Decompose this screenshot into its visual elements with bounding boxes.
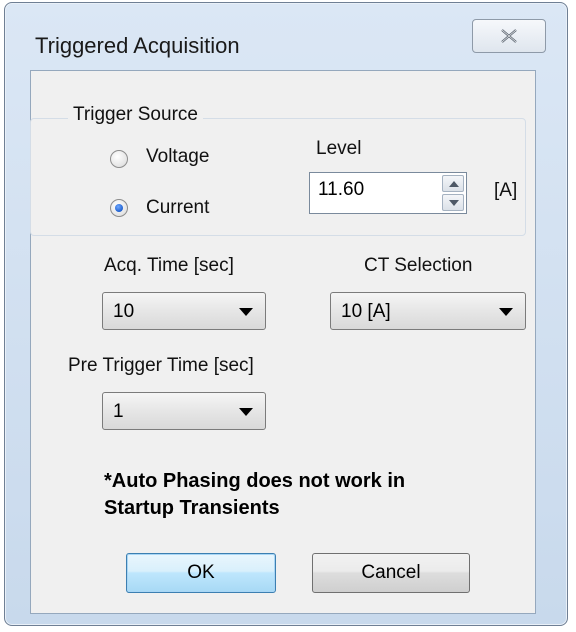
- voltage-radio[interactable]: [110, 150, 128, 168]
- close-button[interactable]: [472, 19, 546, 53]
- current-radio-label[interactable]: Current: [146, 197, 209, 219]
- spin-up-button[interactable]: [442, 175, 464, 192]
- spin-down-button[interactable]: [442, 194, 464, 211]
- level-spinner[interactable]: [442, 175, 464, 211]
- current-radio[interactable]: [110, 199, 128, 217]
- chevron-down-icon: [239, 408, 253, 416]
- chevron-down-icon: [499, 308, 513, 316]
- acq-time-value: 10: [113, 301, 135, 322]
- pre-trigger-dropdown[interactable]: 1: [102, 392, 266, 430]
- pre-trigger-value: 1: [113, 401, 124, 422]
- ok-button[interactable]: OK: [126, 553, 276, 593]
- level-unit: [A]: [494, 180, 518, 201]
- level-label: Level: [316, 138, 362, 159]
- radio-selected-dot: [115, 204, 123, 212]
- level-input-value: 11.60: [318, 179, 365, 200]
- triangle-up-icon: [449, 181, 459, 187]
- level-input[interactable]: 11.60: [309, 172, 467, 214]
- window-title: Triggered Acquisition: [35, 33, 240, 58]
- auto-phasing-note: *Auto Phasing does not work in Startup T…: [104, 468, 405, 522]
- note-line-1: *Auto Phasing does not work in: [104, 470, 406, 492]
- trigger-source-legend: Trigger Source: [68, 104, 203, 126]
- voltage-radio-label[interactable]: Voltage: [146, 146, 209, 168]
- ct-selection-dropdown[interactable]: 10 [A]: [330, 292, 526, 330]
- cancel-button[interactable]: Cancel: [312, 553, 470, 593]
- chevron-down-icon: [239, 308, 253, 316]
- acq-time-dropdown[interactable]: 10: [102, 292, 266, 330]
- pre-trigger-label: Pre Trigger Time [sec]: [68, 355, 254, 376]
- triangle-down-icon: [449, 200, 459, 206]
- ct-selection-value: 10 [A]: [341, 301, 391, 322]
- acq-time-label: Acq. Time [sec]: [104, 255, 234, 276]
- close-icon: [501, 29, 517, 43]
- ct-selection-label: CT Selection: [364, 255, 473, 276]
- note-line-2: Startup Transients: [104, 497, 280, 519]
